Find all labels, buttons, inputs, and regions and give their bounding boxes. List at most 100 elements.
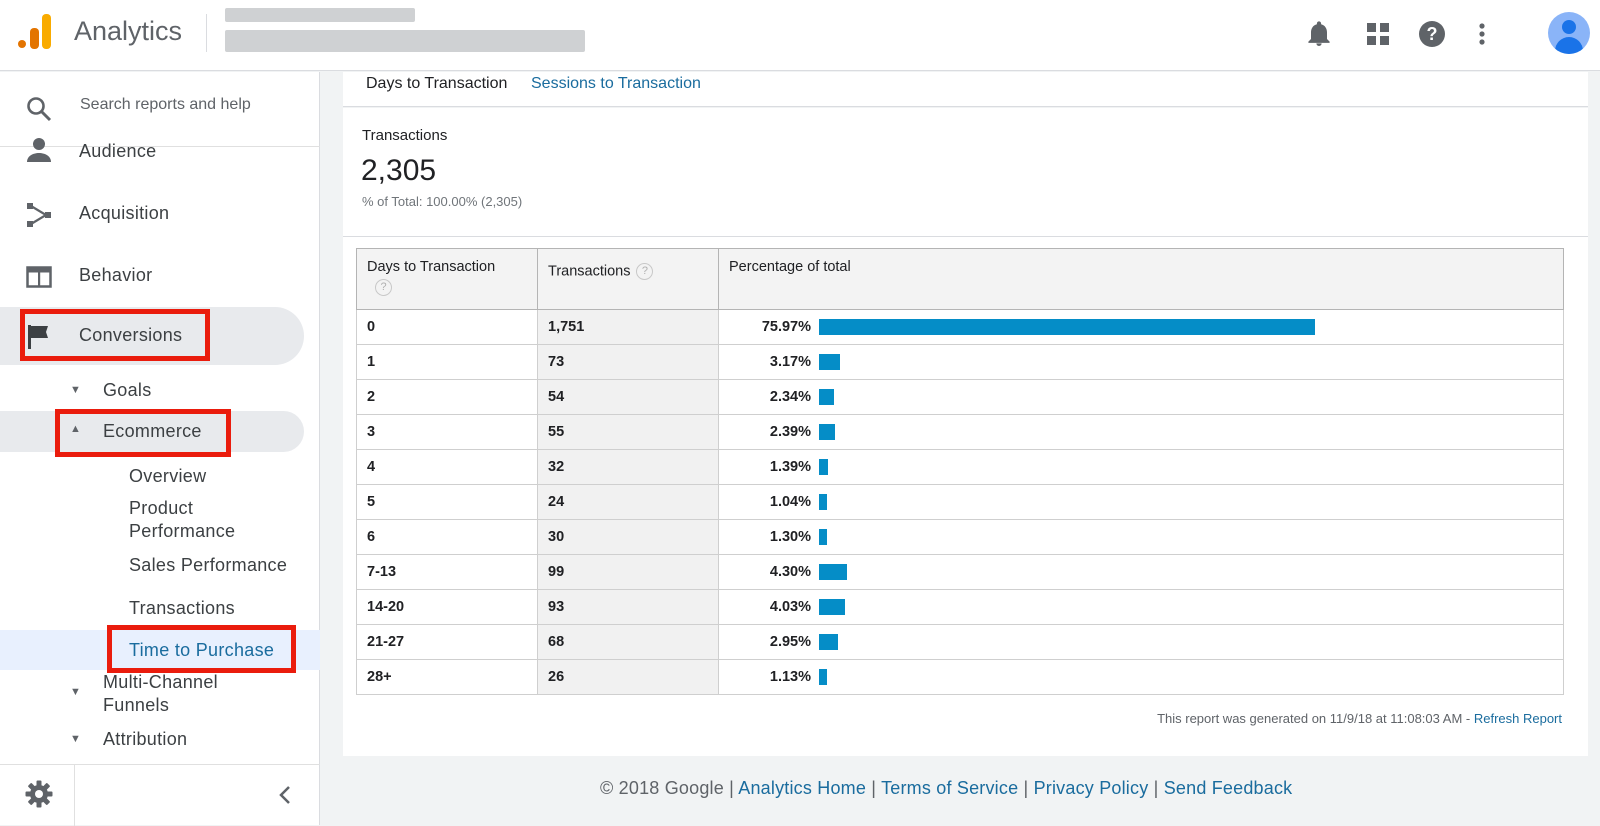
header-divider	[206, 14, 207, 52]
percentage-value: 1.13%	[769, 668, 811, 685]
refresh-report-link[interactable]: Refresh Report	[1474, 711, 1562, 726]
analytics-logo[interactable]	[16, 14, 56, 54]
percentage-value: 2.34%	[769, 388, 811, 405]
percentage-value: 3.17%	[769, 353, 811, 370]
table-row: 1 73 3.17%	[356, 344, 1564, 380]
table-row: 6 30 1.30%	[356, 519, 1564, 555]
sidebar-item-audience[interactable]: Audience	[0, 133, 304, 173]
settings-gear-icon[interactable]	[25, 780, 53, 813]
percentage-value: 2.39%	[769, 423, 811, 440]
report-card: Transactions 2,305 % of Total: 100.00% (…	[343, 108, 1588, 756]
cell-percentage: 4.30%	[718, 554, 1564, 590]
table-row: 28+ 26 1.13%	[356, 659, 1564, 695]
table-row: 21-27 68 2.95%	[356, 624, 1564, 660]
cell-transactions: 54	[537, 379, 719, 415]
percentage-bar	[819, 494, 827, 511]
cell-transactions: 68	[537, 624, 719, 660]
cell-percentage: 1.04%	[718, 484, 1564, 520]
sidebar-item-transactions[interactable]: Transactions	[0, 595, 320, 623]
tab-sessions-to-transaction[interactable]: Sessions to Transaction	[531, 75, 701, 93]
cell-transactions: 93	[537, 589, 719, 625]
sidebar-item-multi-channel-funnels[interactable]: ▼ Multi-Channel Funnels	[0, 670, 304, 720]
sidebar-item-behavior[interactable]: Behavior	[0, 249, 304, 303]
help-icon[interactable]: ?	[636, 263, 654, 280]
table-row: 4 32 1.39%	[356, 449, 1564, 485]
table-row: 7-13 99 4.30%	[356, 554, 1564, 590]
expand-arrow-icon: ▼	[70, 384, 81, 396]
table-body: 0 1,751 75.97% 1 73 3.17% 2 54 2.34% 3 55 2.39% 4 32 1…	[356, 309, 1564, 695]
percentage-value: 75.97%	[761, 318, 811, 335]
percentage-bar	[819, 354, 840, 371]
highlight-ecommerce	[55, 409, 231, 457]
cell-days: 0	[356, 309, 538, 345]
avatar[interactable]	[1548, 12, 1590, 54]
cell-percentage: 4.03%	[718, 589, 1564, 625]
summary-label: Transactions	[362, 127, 448, 144]
cell-transactions: 1,751	[537, 309, 719, 345]
highlight-conversions	[20, 309, 210, 361]
column-header-transactions[interactable]: Transactions?	[537, 248, 719, 310]
footer-link-send-feedback[interactable]: Send Feedback	[1164, 778, 1293, 798]
cell-days: 28+	[356, 659, 538, 695]
percentage-value: 4.30%	[769, 563, 811, 580]
help-icon[interactable]: ?	[1412, 14, 1452, 54]
sidebar-footer	[0, 764, 320, 826]
summary-value: 2,305	[361, 154, 437, 187]
cell-days: 21-27	[356, 624, 538, 660]
cell-percentage: 2.39%	[718, 414, 1564, 450]
summary-divider	[343, 236, 1588, 237]
percentage-bar	[819, 319, 1315, 336]
help-icon[interactable]: ?	[375, 279, 392, 296]
footer-link-analytics-home[interactable]: Analytics Home	[738, 778, 866, 798]
column-header-percentage[interactable]: Percentage of total	[718, 248, 1564, 310]
report-table: Days to Transaction ? Transactions? Perc…	[356, 248, 1564, 695]
footer-link-terms-of-service[interactable]: Terms of Service	[881, 778, 1018, 798]
percentage-bar	[819, 459, 829, 476]
cell-days: 4	[356, 449, 538, 485]
percentage-value: 2.95%	[769, 633, 811, 650]
bell-icon[interactable]	[1299, 14, 1339, 54]
sidebar-item-sales-performance[interactable]: Sales Performance	[0, 552, 320, 580]
cell-transactions: 26	[537, 659, 719, 695]
collapse-sidebar-chevron-icon[interactable]	[279, 785, 291, 810]
cell-days: 2	[356, 379, 538, 415]
sidebar-item-product-performance[interactable]: Product Performance	[0, 496, 320, 544]
percentage-bar	[819, 669, 827, 686]
cell-transactions: 55	[537, 414, 719, 450]
table-row: 3 55 2.39%	[356, 414, 1564, 450]
cell-transactions: 30	[537, 519, 719, 555]
cell-percentage: 2.95%	[718, 624, 1564, 660]
tab-days-to-transaction[interactable]: Days to Transaction	[366, 75, 507, 93]
person-icon	[26, 137, 52, 163]
table-row: 5 24 1.04%	[356, 484, 1564, 520]
percentage-bar	[819, 599, 846, 616]
search-input[interactable]	[80, 96, 300, 114]
cell-percentage: 2.34%	[718, 379, 1564, 415]
more-vert-icon[interactable]	[1462, 14, 1502, 54]
percentage-bar	[819, 564, 848, 581]
table-row: 2 54 2.34%	[356, 379, 1564, 415]
cell-percentage: 1.39%	[718, 449, 1564, 485]
cell-percentage: 3.17%	[718, 344, 1564, 380]
percentage-bar	[819, 424, 835, 441]
acquisition-icon	[26, 202, 52, 228]
account-selector-redacted[interactable]	[225, 8, 595, 60]
cell-transactions: 73	[537, 344, 719, 380]
column-header-days[interactable]: Days to Transaction ?	[356, 248, 538, 310]
sidebar-item-overview[interactable]: Overview	[0, 463, 320, 491]
apps-grid-icon[interactable]	[1358, 14, 1398, 54]
table-row: 14-20 93 4.03%	[356, 589, 1564, 625]
cell-transactions: 32	[537, 449, 719, 485]
highlight-time-to-purchase	[107, 625, 296, 673]
sidebar-item-attribution[interactable]: ▼ Attribution	[0, 728, 304, 758]
percentage-value: 1.04%	[769, 493, 811, 510]
cell-days: 7-13	[356, 554, 538, 590]
percentage-value: 1.30%	[769, 528, 811, 545]
cell-percentage: 75.97%	[718, 309, 1564, 345]
behavior-icon	[26, 264, 52, 290]
sidebar: Audience Acquisition Behavior Conversion…	[0, 72, 320, 826]
sidebar-item-acquisition[interactable]: Acquisition	[0, 187, 304, 241]
cell-days: 14-20	[356, 589, 538, 625]
copyright-text: © 2018 Google	[600, 778, 724, 798]
footer-link-privacy-policy[interactable]: Privacy Policy	[1034, 778, 1149, 798]
